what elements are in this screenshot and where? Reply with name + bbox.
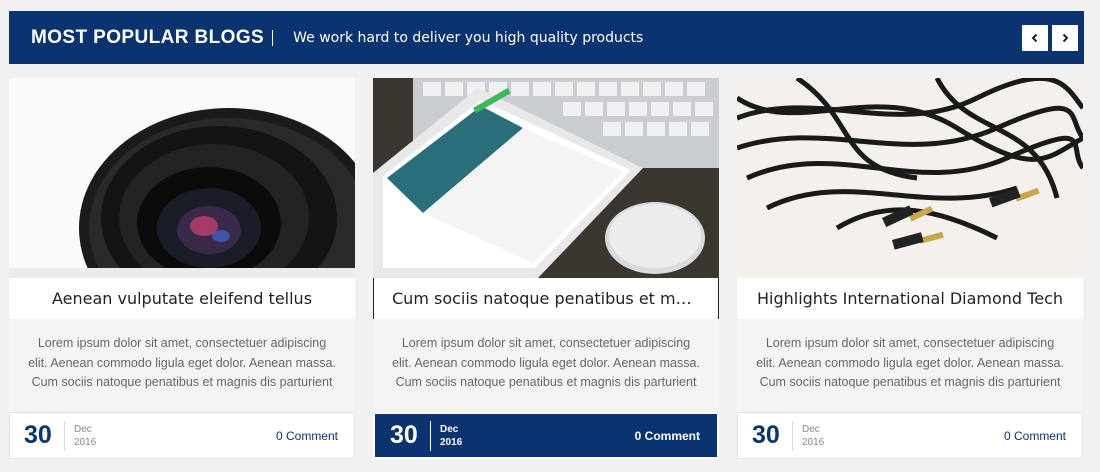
date-month-year: Dec 2016	[440, 423, 462, 449]
blog-title-box[interactable]: Highlights International Diamond Tech	[737, 278, 1083, 319]
section-header: MOST POPULAR BLOGS We work hard to deliv…	[9, 11, 1084, 64]
comment-link[interactable]: 0 Comment	[276, 429, 338, 443]
date-month-year: Dec 2016	[74, 423, 96, 449]
section-subtitle: We work hard to deliver you high quality…	[293, 29, 644, 46]
blog-excerpt: Lorem ipsum dolor sit amet, consectetuer…	[28, 336, 336, 389]
blog-title[interactable]: Aenean vulputate eleifend tellus	[52, 289, 312, 308]
blog-title-box[interactable]: Cum sociis natoque penatibus et magnis	[373, 278, 719, 319]
blog-card[interactable]: Cum sociis natoque penatibus et magnis L…	[373, 78, 719, 459]
date-day: 30	[752, 421, 780, 449]
chevron-right-icon	[1062, 33, 1069, 43]
comment-link[interactable]: 0 Comment	[635, 429, 700, 443]
date-year: 2016	[440, 436, 463, 448]
date-divider	[792, 420, 793, 451]
comment-link[interactable]: 0 Comment	[1004, 429, 1066, 443]
blog-title[interactable]: Highlights International Diamond Tech	[757, 289, 1063, 308]
date-year: 2016	[802, 436, 825, 448]
blog-title[interactable]: Cum sociis natoque penatibus et magnis	[392, 289, 700, 308]
blog-card[interactable]: Aenean vulputate eleifend tellus Lorem i…	[9, 78, 355, 459]
blog-meta: 30 Dec 2016 0 Comment	[375, 414, 717, 457]
date-day: 30	[390, 421, 418, 449]
carousel-prev-button[interactable]	[1022, 25, 1048, 51]
title-divider	[272, 29, 274, 46]
date-day: 30	[24, 421, 52, 449]
blog-excerpt: Lorem ipsum dolor sit amet, consectetuer…	[756, 336, 1064, 389]
date-year: 2016	[74, 436, 97, 448]
blog-image-cables[interactable]	[737, 78, 1083, 278]
date-month: Dec	[440, 423, 459, 435]
date-month-year: Dec 2016	[802, 423, 824, 449]
chevron-left-icon	[1031, 33, 1038, 43]
section-title: MOST POPULAR BLOGS	[31, 26, 265, 48]
date-divider	[430, 420, 431, 451]
carousel-next-button[interactable]	[1052, 25, 1078, 51]
blog-meta: 30 Dec 2016 0 Comment	[9, 412, 355, 459]
blog-title-box[interactable]: Aenean vulputate eleifend tellus	[9, 278, 355, 319]
date-month: Dec	[802, 423, 820, 435]
date-month: Dec	[74, 423, 92, 435]
date-divider	[64, 420, 65, 451]
carousel-nav	[1022, 25, 1078, 51]
blog-excerpt: Lorem ipsum dolor sit amet, consectetuer…	[392, 336, 700, 389]
blog-image-camera-lens[interactable]	[9, 78, 355, 278]
blog-image-tablet[interactable]	[373, 78, 719, 278]
blog-card[interactable]: Highlights International Diamond Tech Lo…	[737, 78, 1083, 459]
blog-meta: 30 Dec 2016 0 Comment	[737, 412, 1083, 459]
